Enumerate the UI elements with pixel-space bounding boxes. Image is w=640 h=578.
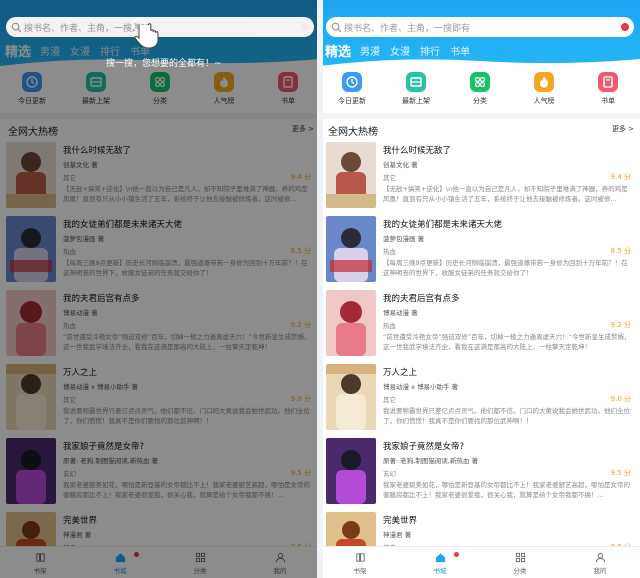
category-booklist[interactable]: 书单 [576,72,640,112]
category-new-arrivals[interactable]: 最新上架 [384,72,448,112]
category-today-update[interactable]: 今日更新 [320,72,384,112]
grid-icon [515,552,525,563]
left-screen: 搜书名、作者、主角，一搜即有 精选 男漫 女漫 排行 书单 今日更新 最新上架 … [0,0,320,578]
header: 搜书名、作者、主角，一搜即有 精选 男漫 女漫 排行 书单 [320,0,640,66]
more-link[interactable]: 更多 > [612,124,634,134]
book-icon [598,72,618,92]
tabbar-bookstore[interactable]: 书城 [400,547,480,578]
shelf-icon [406,72,426,92]
bottom-tabbar: 书架 书城 分类 我的 [320,546,640,578]
book-item[interactable]: 我家娘子竟然是女帝? 原著: 老狗,制图猫阅读,新热血 著 玄幻 9.5 分 我… [320,438,640,508]
header-wave [320,59,640,66]
search-icon [11,22,22,32]
guide-overlay[interactable] [0,0,320,578]
search-guide-tip: 搜一搜，您想要的全都有！~ [106,59,222,69]
fire-icon [534,72,554,92]
book-cover [326,364,376,430]
notification-dot [454,552,459,557]
book-item[interactable]: 我什么时候无敌了 创基文化 著 其它 9.4 分 【无敌+搞笑+逆化】\n他一直… [320,142,640,212]
home-icon [435,553,445,563]
user-icon [595,552,605,563]
search-bar[interactable]: 搜书名、作者、主角，一搜即有 [326,17,634,37]
section-title: 全网大热榜 [328,127,378,138]
clock-icon [342,72,362,92]
book-cover [326,438,376,504]
category-popular[interactable]: 人气榜 [512,72,576,112]
tabbar-profile[interactable]: 我的 [560,547,640,578]
search-placeholder: 搜书名、作者、主角，一搜即有 [344,23,471,34]
category-classify[interactable]: 分类 [448,72,512,112]
category-row: 今日更新 最新上架 分类 人气榜 书单 [320,72,640,112]
book-cover [326,290,376,356]
divider [320,113,640,119]
book-cover [326,216,376,282]
tabbar-category[interactable]: 分类 [480,547,560,578]
book-item[interactable]: 我的女徒弟们都是未来诸天大佬 菠萝包漫画 著 热血 8.5 分 【每周三晚9点更… [320,216,640,286]
panel-gutter [317,0,323,578]
right-screen: 搜书名、作者、主角，一搜即有 精选 男漫 女漫 排行 书单 今日更新 最新上架 … [320,0,640,578]
grid-icon [470,72,490,92]
book-cover [326,142,376,208]
notification-dot [621,23,629,31]
pointer-hand-icon [132,18,159,49]
tabbar-bookshelf[interactable]: 书架 [320,547,400,578]
book-item[interactable]: 我的夫君后宫有点多 博易动漫 著 热血 9.2 分 “前世遭受冷艳女帝“强迫双修… [320,290,640,360]
search-icon [331,22,342,32]
shelf-icon [355,553,365,562]
book-item[interactable]: 万人之上 博易动漫 x 博易小助手 著 其它 9.0 分 我说要称霸世界只差亿点… [320,364,640,434]
